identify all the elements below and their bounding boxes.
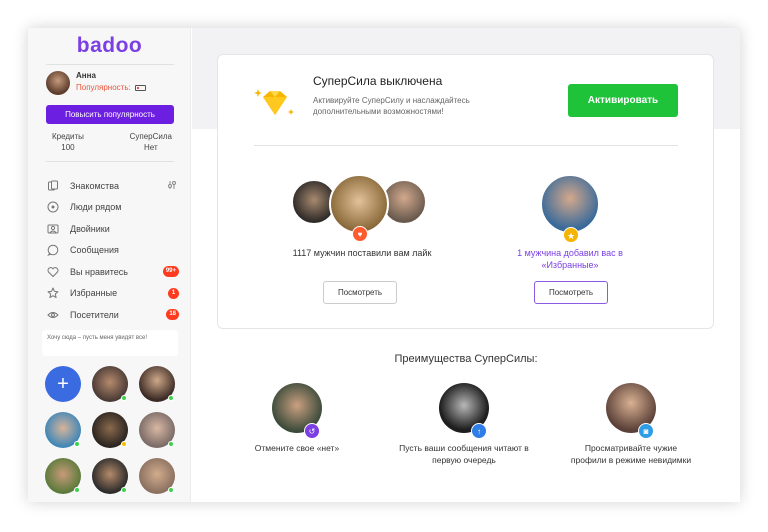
sidebar-item-encounters[interactable]: Знакомства (46, 175, 181, 197)
sidebar-nav: Знакомства Люди рядом Двойники Сообщения… (46, 175, 181, 326)
chat-icon (46, 244, 59, 257)
favorites-text: 1 мужчина добавил вас в «Избранные» (517, 248, 623, 270)
stat-value: 100 (61, 143, 75, 152)
divider (46, 64, 174, 65)
main-content: СуперСила выключена Активируйте СуперСил… (192, 28, 740, 502)
person-photo: ↑ (439, 383, 489, 439)
person-photo (329, 174, 389, 234)
count-badge: 18 (166, 309, 179, 321)
view-favorites-button[interactable]: Посмотреть (534, 281, 608, 304)
add-photo-button[interactable]: + (45, 366, 81, 402)
popularity: Популярность: (76, 83, 186, 92)
online-indicator (168, 395, 174, 401)
person-photo[interactable] (92, 366, 128, 402)
online-indicator (74, 487, 80, 493)
app-window: badoo Анна Популярность: Повысить популя… (28, 28, 740, 502)
sidebar-item-label: Знакомства (70, 180, 119, 191)
likes-text: 1117 мужчин поставили вам лайк (292, 248, 432, 258)
badoo-logo[interactable]: badoo (28, 34, 191, 58)
undo-icon: ↺ (304, 423, 320, 439)
arrow-up-icon: ↑ (471, 423, 487, 439)
stat-supersila[interactable]: СуперСила Нет (130, 132, 172, 152)
boost-popularity-button[interactable]: Повысить популярность (46, 105, 174, 124)
supersila-title: СуперСила выключена (313, 74, 443, 88)
star-icon (46, 287, 59, 300)
person-photo[interactable] (139, 458, 175, 494)
person-photo[interactable] (92, 458, 128, 494)
popularity-label: Популярность: (76, 83, 131, 92)
sidebar-item-label: Вы нравитесь (70, 266, 128, 277)
person-photo: ◙ (606, 383, 656, 439)
sidebar-item-label: Люди рядом (70, 202, 122, 213)
sidebar-item-label: Посетители (70, 309, 119, 320)
divider (254, 145, 678, 146)
person-photo[interactable] (92, 412, 128, 448)
advantage-undo: ↺ Отмените свое «нет» (232, 383, 362, 454)
diamond-icon (254, 89, 294, 115)
sidebar-item-favorites[interactable]: Избранные 1 (46, 283, 181, 305)
stat-credits[interactable]: Кредиты 100 (52, 132, 84, 152)
online-indicator (121, 487, 127, 493)
stat-value: Нет (144, 143, 158, 152)
stat-label: СуперСила (129, 132, 172, 141)
count-badge: 99+ (162, 266, 179, 278)
ghost-icon: ◙ (638, 423, 654, 439)
want-here-box[interactable]: Хочу сюда – пусть меня увидят все! (42, 330, 178, 356)
favorite-person-photo[interactable] (540, 174, 600, 234)
advantage-invisible-mode: ◙ Просматривайте чужие профили в режиме … (566, 383, 696, 466)
view-likes-button[interactable]: Посмотреть (323, 281, 397, 304)
person-photo: ↺ (272, 383, 322, 439)
sidebar-item-lookalikes[interactable]: Двойники (46, 218, 181, 240)
profile-summary[interactable]: Анна Популярность: (46, 71, 146, 95)
heart-icon: ♥ (352, 226, 368, 242)
count-badge: 1 (168, 287, 179, 299)
person-photo[interactable] (45, 412, 81, 448)
cards-icon (46, 179, 59, 192)
advantages-title: Преимущества СуперСилы: (394, 353, 538, 365)
battery-icon (134, 84, 146, 91)
advantage-text: Просматривайте чужие профили в режиме не… (570, 443, 692, 465)
heart-icon (46, 265, 59, 278)
online-indicator (168, 487, 174, 493)
face-icon (46, 222, 59, 235)
supersila-card: СуперСила выключена Активируйте СуперСил… (217, 54, 714, 329)
person-photo[interactable] (139, 412, 175, 448)
location-icon (46, 201, 59, 214)
divider (46, 161, 174, 162)
activate-button[interactable]: Активировать (568, 84, 678, 117)
sidebar-item-label: Избранные (70, 288, 118, 299)
advantage-priority-messages: ↑ Пусть ваши сообщения читают в первую о… (399, 383, 529, 466)
stats: Кредиты 100 СуперСила Нет (52, 132, 172, 152)
stat-label: Кредиты (52, 132, 84, 141)
sidebar-item-label: Двойники (70, 223, 110, 234)
online-indicator (121, 395, 127, 401)
online-indicator (74, 441, 80, 447)
person-photo[interactable] (45, 458, 81, 494)
eye-icon (46, 308, 59, 321)
sidebar-item-messages[interactable]: Сообщения (46, 240, 181, 262)
avatar[interactable] (46, 71, 70, 95)
filter-icon[interactable] (167, 180, 177, 192)
sidebar: badoo Анна Популярность: Повысить популя… (28, 28, 191, 502)
advantage-text: Пусть ваши сообщения читают в первую оче… (399, 443, 529, 465)
advantage-text: Отмените свое «нет» (254, 443, 340, 453)
supersila-description: Активируйте СуперСилу и наслаждайтесь до… (313, 96, 470, 116)
sidebar-item-visitors[interactable]: Посетители 18 (46, 304, 181, 326)
person-photo[interactable] (139, 366, 175, 402)
online-indicator (168, 441, 174, 447)
online-indicator (121, 441, 127, 447)
sidebar-item-likes[interactable]: Вы нравитесь 99+ (46, 261, 181, 283)
sidebar-item-label: Сообщения (70, 245, 119, 256)
profile-name: Анна (76, 71, 96, 80)
sidebar-item-people-nearby[interactable]: Люди рядом (46, 197, 181, 219)
star-icon: ★ (563, 227, 579, 243)
likes-photos[interactable]: ♥ (291, 174, 431, 242)
